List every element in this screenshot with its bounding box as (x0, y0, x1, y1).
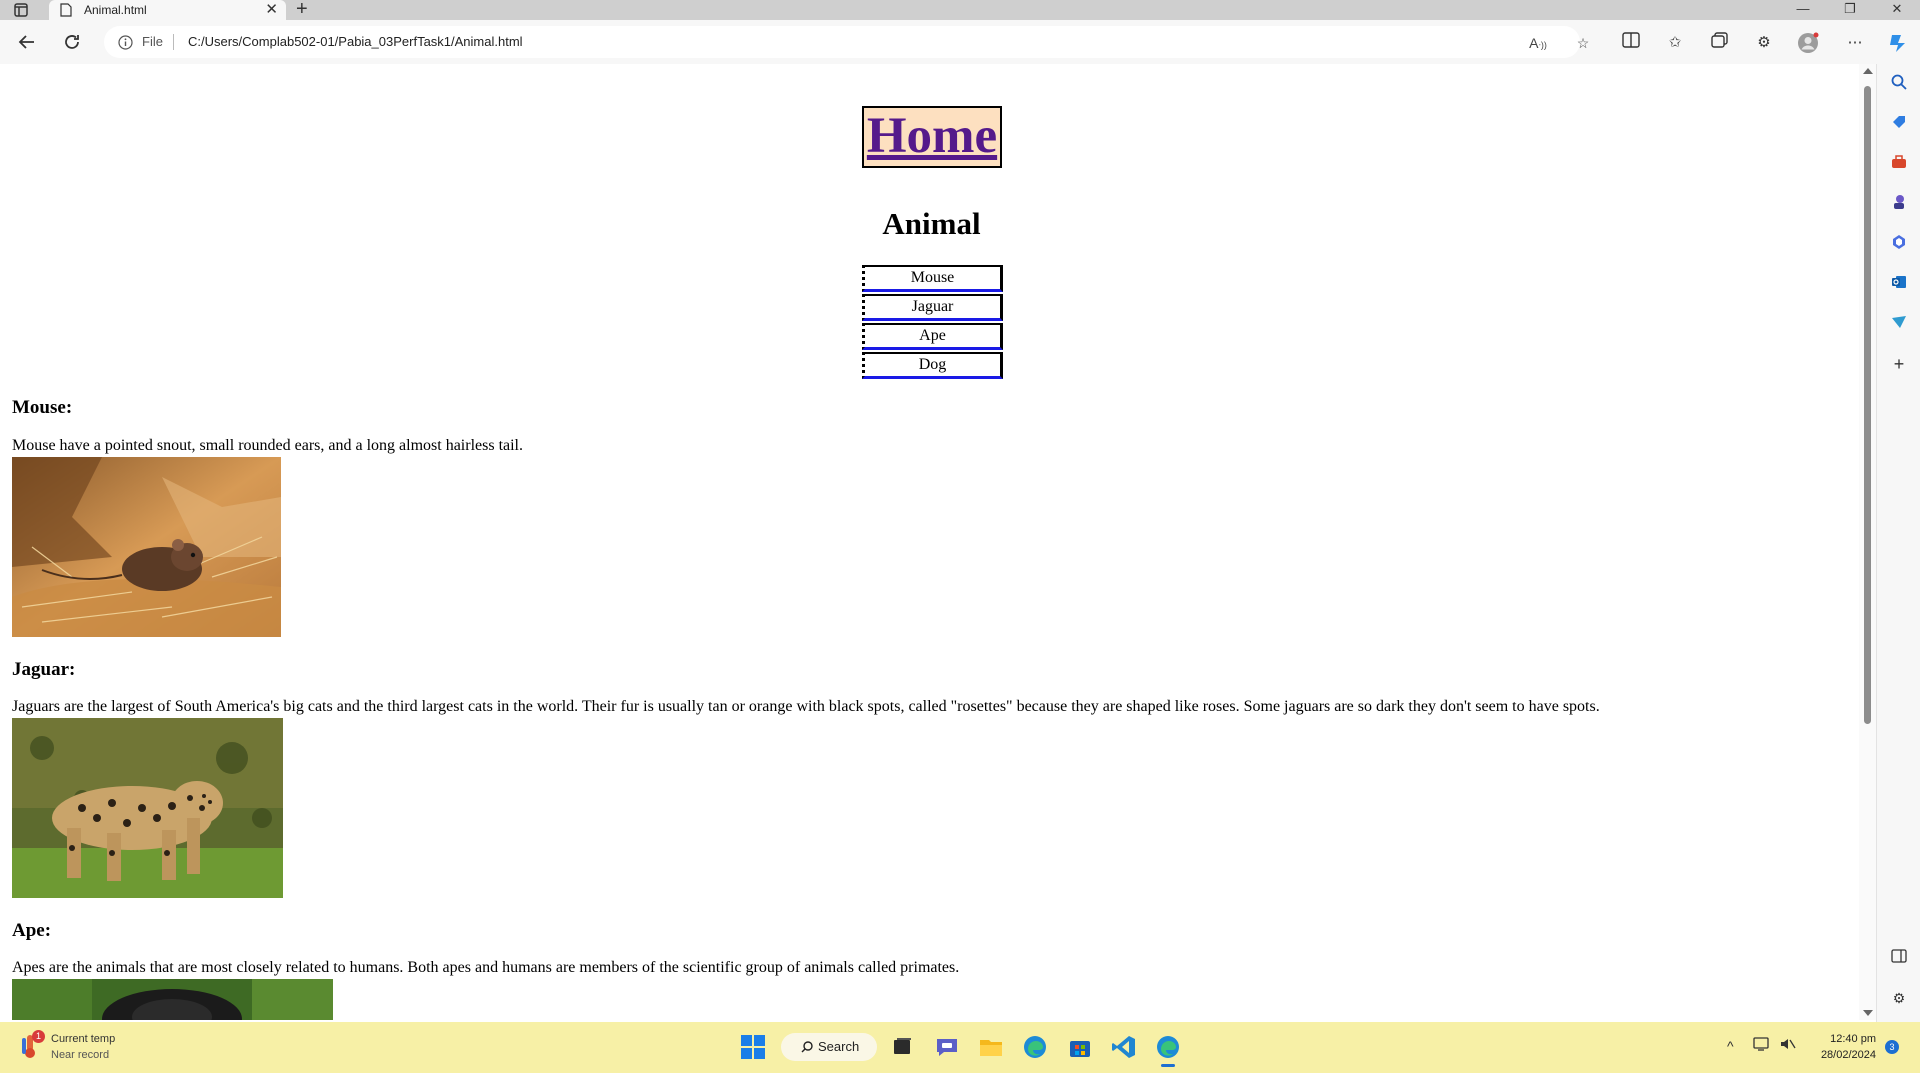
address-divider (173, 34, 174, 50)
taskbar-search[interactable]: Search (781, 1033, 877, 1061)
search-icon[interactable] (1889, 74, 1909, 94)
address-bar[interactable]: File C:/Users/Complab502-01/Pabia_03Perf… (104, 26, 1589, 58)
shopping-icon[interactable] (1889, 114, 1909, 134)
scrollbar-thumb[interactable] (1864, 86, 1871, 724)
browser-toolbar: File C:/Users/Complab502-01/Pabia_03Perf… (0, 20, 1920, 64)
section-title-jaguar: Jaguar: (12, 659, 76, 680)
scroll-down-icon[interactable] (1863, 1010, 1873, 1016)
vscode-icon[interactable] (1111, 1034, 1137, 1060)
clock-date[interactable]: 28/02/2024 (1810, 1049, 1876, 1061)
file-explorer-icon[interactable] (978, 1034, 1004, 1060)
address-scheme-label: File (142, 34, 163, 49)
close-tab-icon[interactable]: ✕ (265, 0, 278, 20)
nav-item-ape[interactable]: Ape (862, 323, 1003, 350)
settings-gear-icon[interactable]: ⚙ (1889, 988, 1909, 1008)
nav-item-dog[interactable]: Dog (862, 352, 1003, 379)
nav-item-mouse[interactable]: Mouse (862, 265, 1003, 292)
weather-status-label[interactable]: Near record (51, 1049, 109, 1061)
task-view-icon[interactable] (889, 1034, 915, 1060)
page-viewport: Home Animal Mouse Jaguar Ape Dog Mouse: … (4, 64, 1859, 1020)
sidebar-toggle-icon[interactable] (1889, 948, 1909, 968)
clock-time[interactable]: 12:40 pm (1810, 1033, 1876, 1045)
weather-temp-label[interactable]: Current temp (51, 1033, 115, 1045)
page-title: Animal (882, 206, 981, 241)
more-icon[interactable]: ⋯ (1844, 32, 1866, 54)
section-description-jaguar: Jaguars are the largest of South America… (12, 698, 1600, 715)
volume-icon[interactable] (1779, 1036, 1797, 1057)
tools-icon[interactable] (1889, 154, 1909, 174)
microsoft-365-icon[interactable] (1889, 234, 1909, 254)
profile-icon[interactable] (1797, 32, 1819, 54)
tab-title: Animal.html (84, 3, 147, 17)
active-app-indicator (1161, 1064, 1175, 1067)
mouse-photo (12, 457, 281, 637)
windows-taskbar: 1 Current temp Near record Search ^ 12:4… (0, 1022, 1920, 1073)
games-icon[interactable] (1889, 194, 1909, 214)
read-aloud-icon[interactable]: Aᐧ)) (1529, 34, 1547, 52)
outlook-icon[interactable] (1889, 274, 1909, 294)
home-link[interactable]: Home (867, 108, 997, 164)
weather-thermometer-icon[interactable]: 1 (20, 1030, 45, 1060)
section-description-ape: Apes are the animals that are most close… (12, 959, 960, 976)
nav-item-jaguar[interactable]: Jaguar (862, 294, 1003, 321)
extensions-icon[interactable]: ⚙ (1753, 32, 1775, 54)
browser-tab[interactable]: Animal.html ✕ (49, 0, 286, 20)
microsoft-store-icon[interactable] (1067, 1034, 1093, 1060)
animal-nav: Mouse Jaguar Ape Dog (862, 265, 1003, 381)
split-screen-icon[interactable] (1620, 32, 1642, 54)
copilot-icon[interactable] (1886, 32, 1908, 54)
taskbar-search-icon (801, 1041, 813, 1053)
refresh-icon[interactable] (61, 32, 83, 54)
start-icon[interactable] (740, 1034, 766, 1060)
back-icon[interactable] (16, 32, 38, 54)
notification-badge[interactable]: 3 (1885, 1040, 1899, 1054)
taskbar-search-label: Search (818, 1039, 860, 1054)
home-link-box[interactable]: Home (862, 106, 1002, 168)
address-url[interactable]: C:/Users/Complab502-01/Pabia_03PerfTask1… (188, 34, 523, 49)
network-icon[interactable] (1753, 1036, 1771, 1057)
ape-photo (12, 979, 333, 1020)
add-sidebar-app-icon[interactable]: + (1889, 354, 1909, 374)
tab-strip: Animal.html ✕ + — ❐ ✕ (0, 0, 1920, 20)
tray-chevron-icon[interactable]: ^ (1727, 1038, 1734, 1054)
favorites-icon[interactable]: ✩ (1664, 32, 1686, 54)
restore-icon[interactable]: ❐ (1830, 0, 1870, 20)
close-window-icon[interactable]: ✕ (1877, 0, 1917, 20)
collections-icon[interactable] (1709, 32, 1731, 54)
section-title-mouse: Mouse: (12, 397, 73, 418)
new-tab-icon[interactable]: + (296, 0, 308, 19)
section-description-mouse: Mouse have a pointed snout, small rounde… (12, 437, 523, 454)
favorite-icon[interactable]: ☆ (1574, 34, 1592, 52)
scroll-up-icon[interactable] (1863, 68, 1873, 74)
edge-icon[interactable] (1022, 1034, 1048, 1060)
drop-icon[interactable] (1889, 314, 1909, 334)
tab-actions-icon[interactable] (14, 3, 28, 17)
page-scrollbar[interactable] (1859, 64, 1876, 1020)
section-title-ape: Ape: (12, 920, 52, 941)
weather-badge: 1 (32, 1030, 45, 1043)
teams-chat-icon[interactable] (934, 1034, 960, 1060)
edge-active-icon[interactable] (1155, 1034, 1181, 1067)
edge-sidebar: + ⚙ (1876, 64, 1920, 1022)
minimize-icon[interactable]: — (1783, 0, 1823, 20)
jaguar-photo (12, 718, 283, 898)
info-icon[interactable] (118, 35, 133, 55)
